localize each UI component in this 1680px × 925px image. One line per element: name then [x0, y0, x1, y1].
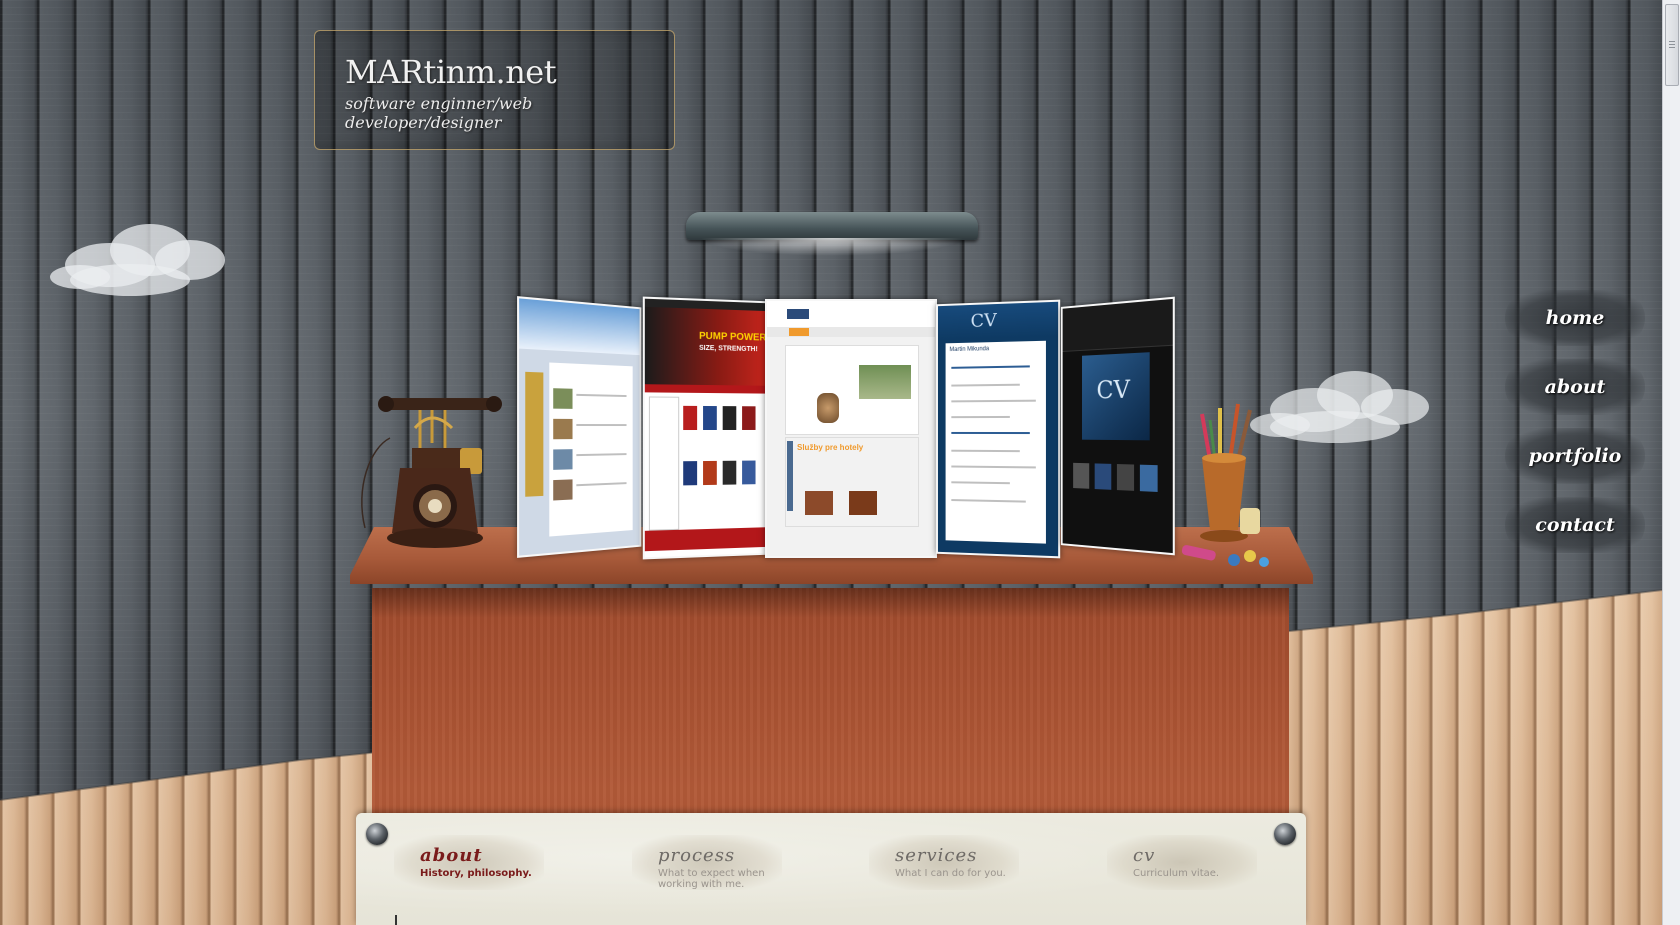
- site-subtitle: software enginner/web developer/designer: [345, 94, 533, 132]
- portfolio-thumb-cv[interactable]: CV Martin Mikunda: [936, 299, 1061, 559]
- tab-services-title: services: [895, 845, 978, 866]
- tab-cv-title: cv: [1133, 845, 1156, 866]
- pump-power-headline: PUMP POWER: [699, 330, 767, 344]
- tab-about[interactable]: about History, philosophy.: [394, 835, 544, 890]
- info-tabs-panel: about History, philosophy. process What …: [356, 813, 1306, 925]
- tab-about-title: about: [420, 845, 483, 866]
- site-title: MARtinm.net: [345, 53, 557, 91]
- shelf-lamp: [686, 212, 978, 240]
- portfolio-thumb-travel[interactable]: [517, 296, 642, 558]
- vintage-phone-icon: [361, 396, 502, 548]
- nav-portfolio[interactable]: portfolio: [1505, 428, 1645, 484]
- vertical-scrollbar[interactable]: [1662, 0, 1680, 925]
- text-caret: [395, 915, 397, 925]
- portfolio-thumb-webstudio[interactable]: Služby pre hotely: [765, 299, 937, 558]
- portfolio-thumb-dark[interactable]: CV: [1060, 296, 1175, 556]
- dark-site-headline: CV: [1096, 375, 1130, 405]
- lamp-glow: [700, 238, 964, 256]
- tack-left-icon: [366, 823, 388, 845]
- cv-person: Martin Mikunda: [949, 346, 990, 354]
- nav-home[interactable]: home: [1505, 290, 1645, 346]
- site-logo[interactable]: MARtinm.net software enginner/web develo…: [314, 30, 675, 150]
- nav-contact[interactable]: contact: [1505, 497, 1645, 553]
- tab-cv[interactable]: cv Curriculum vitae.: [1107, 835, 1257, 890]
- tab-process-title: process: [658, 845, 736, 866]
- pencil-cup-icon: [1181, 403, 1269, 567]
- main-nav: home about portfolio contact: [1505, 290, 1645, 566]
- portfolio-thumb-pump-power[interactable]: PUMP POWER SIZE, STRENGTH!: [642, 296, 769, 560]
- pump-power-tagline: SIZE, STRENGTH!: [699, 344, 758, 354]
- tab-services-desc: What I can do for you.: [895, 868, 1006, 879]
- tab-process[interactable]: process What to expect when working with…: [632, 835, 782, 890]
- tab-services[interactable]: services What I can do for you.: [869, 835, 1019, 890]
- nav-about[interactable]: about: [1505, 359, 1645, 415]
- cv-headline: CV: [970, 310, 997, 332]
- cloud-left: [50, 224, 225, 296]
- tack-right-icon: [1274, 823, 1296, 845]
- tab-cv-desc: Curriculum vitae.: [1133, 868, 1220, 879]
- scrollbar-thumb[interactable]: [1665, 4, 1679, 86]
- tab-process-desc: What to expect when working with me.: [658, 868, 765, 890]
- tab-about-desc: History, philosophy.: [420, 868, 532, 879]
- desk-shadow: [372, 588, 1289, 618]
